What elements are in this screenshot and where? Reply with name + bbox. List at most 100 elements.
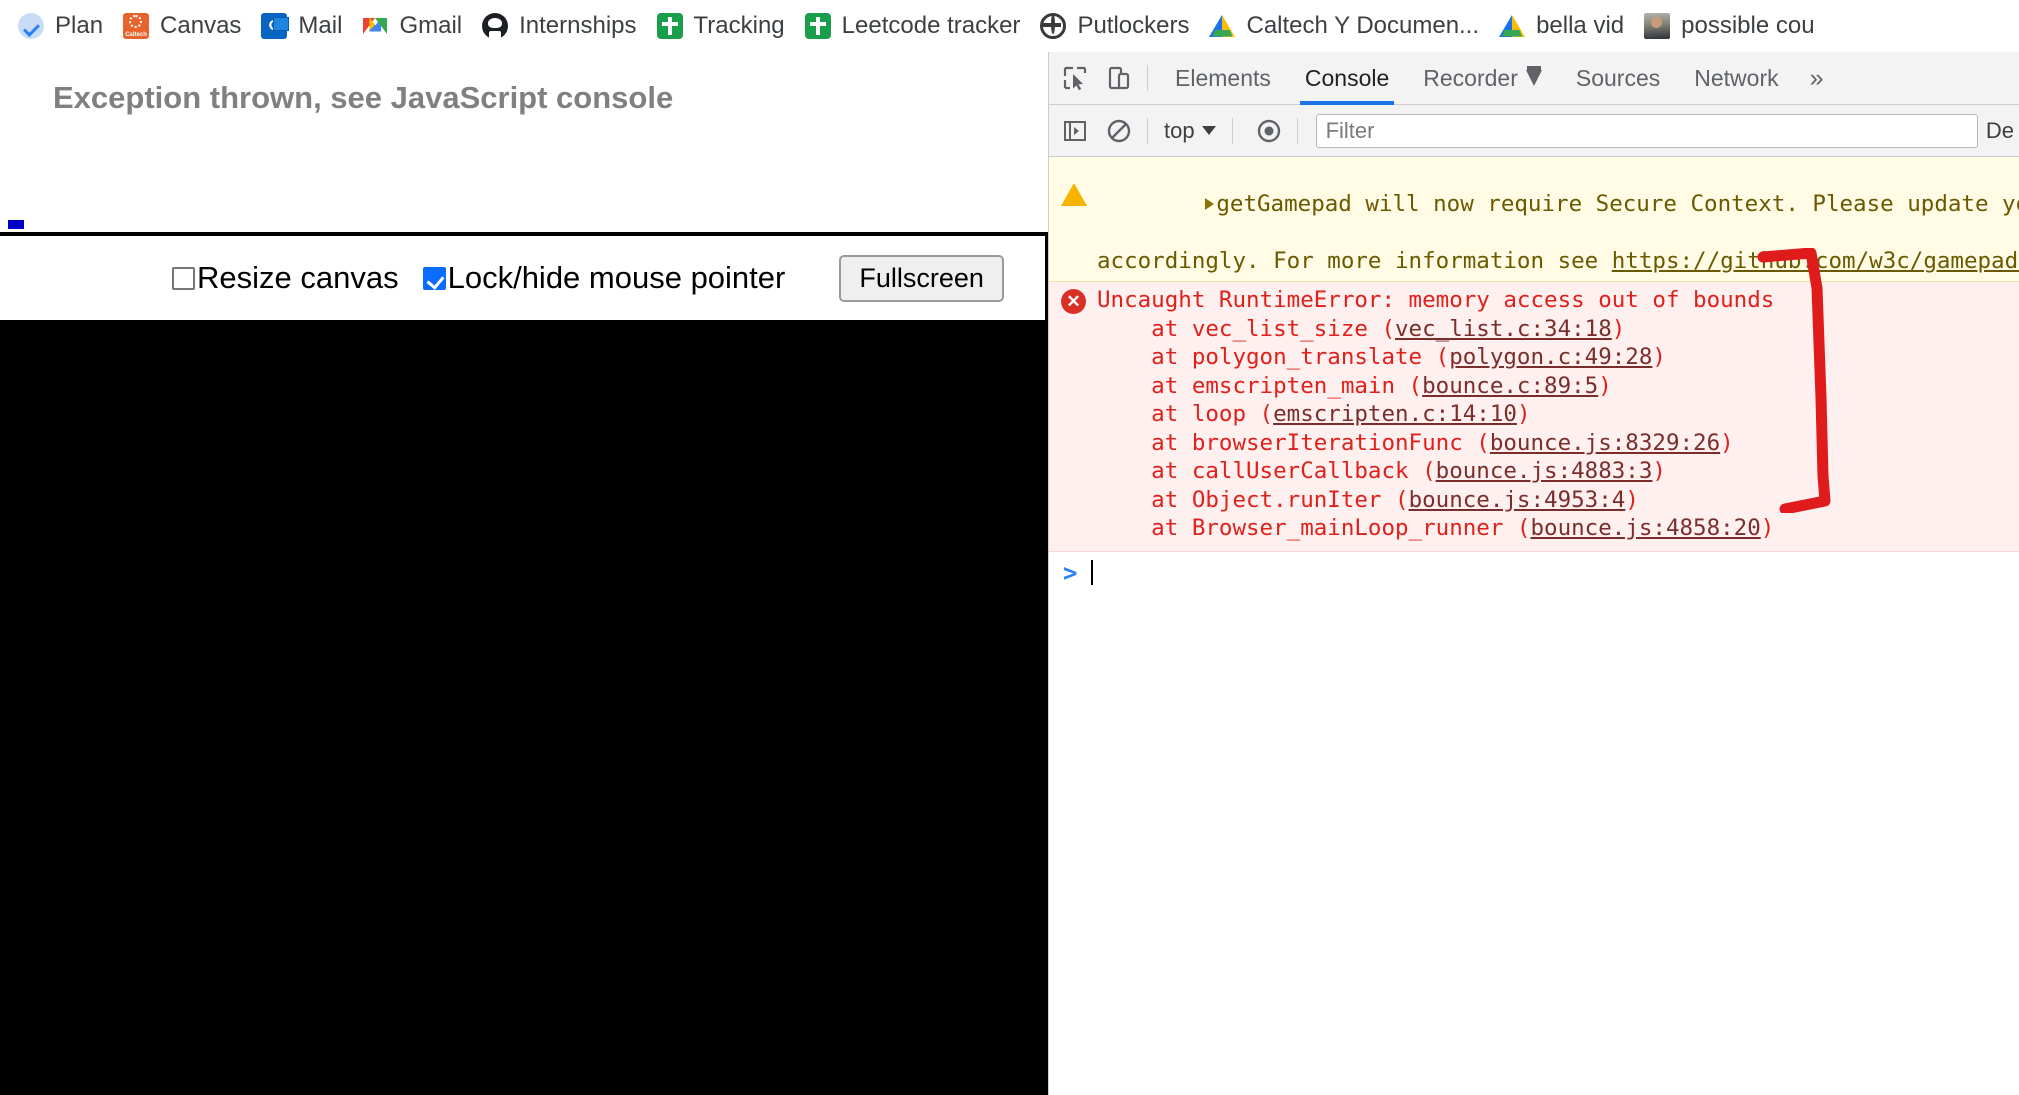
live-expression-icon[interactable] (1251, 113, 1287, 149)
error-circle-icon: ✕ (1061, 289, 1087, 315)
game-canvas[interactable] (0, 320, 1048, 1095)
bookmark-possible-cou[interactable]: possible cou (1634, 6, 1824, 46)
tab-label: Console (1305, 52, 1389, 105)
web-page-viewport: Exception thrown, see JavaScript console… (0, 52, 1048, 1095)
console-prompt[interactable]: > (1049, 552, 2019, 594)
bookmark-label: bella vid (1536, 12, 1624, 40)
green-cross-icon (657, 13, 683, 39)
bookmark-label: Mail (298, 12, 342, 40)
prompt-chevron-icon: > (1063, 559, 1077, 587)
photo-avatar-icon (1644, 13, 1670, 39)
text-caret (1091, 560, 1093, 585)
stack-frame-location[interactable]: bounce.js:4883:3 (1436, 458, 1653, 484)
bookmark-label: Internships (519, 12, 636, 40)
expand-arrow-icon[interactable] (1205, 198, 1214, 210)
bookmark-leetcode-tracker[interactable]: Leetcode tracker (795, 6, 1031, 46)
console-filter-toolbar: top De (1049, 105, 2019, 157)
stack-frame-fn: at emscripten_main ( (1097, 373, 1422, 399)
stack-frame-location[interactable]: bounce.js:4953:4 (1409, 487, 1626, 513)
console-error-message[interactable]: ✕ Uncaught RuntimeError: memory access o… (1049, 282, 2019, 552)
toolbar-divider (1232, 118, 1233, 144)
bookmark-label: Gmail (399, 12, 462, 40)
fullscreen-button[interactable]: Fullscreen (839, 255, 1004, 302)
execution-context-select[interactable]: top (1158, 118, 1222, 144)
stack-frame: at loop (emscripten.c:14:10) (1049, 400, 2019, 429)
bookmark-putlockers[interactable]: Putlockers (1030, 6, 1199, 46)
more-tabs-chevron-icon[interactable]: » (1796, 64, 1838, 93)
stack-frame-location[interactable]: polygon.c:49:28 (1449, 344, 1652, 370)
tab-elements[interactable]: Elements (1158, 52, 1288, 105)
error-header: Uncaught RuntimeError: memory access out… (1049, 286, 2019, 315)
green-cross-icon (805, 13, 831, 39)
tab-label: Sources (1576, 52, 1660, 105)
bookmark-internships[interactable]: Internships (472, 6, 646, 46)
inspect-element-icon[interactable] (1057, 60, 1093, 96)
stack-frame-fn: at Browser_mainLoop_runner ( (1097, 515, 1530, 541)
stack-frame-location[interactable]: bounce.js:8329:26 (1490, 430, 1720, 456)
stack-frame-location[interactable]: bounce.c:89:5 (1422, 373, 1598, 399)
stack-frame-close: ) (1652, 344, 1666, 370)
stack-frame-close: ) (1612, 316, 1626, 342)
stack-frame-close: ) (1720, 430, 1734, 456)
bookmark-label: Putlockers (1077, 12, 1189, 40)
stack-frame-location[interactable]: emscripten.c:14:10 (1273, 401, 1517, 427)
stack-frame: at emscripten_main (bounce.c:89:5) (1049, 372, 2019, 401)
stack-frame-fn: at Object.runIter ( (1097, 487, 1409, 513)
bookmark-plan[interactable]: Plan (8, 6, 113, 46)
stack-frame-close: ) (1652, 458, 1666, 484)
tab-sources[interactable]: Sources (1559, 52, 1677, 105)
stack-frame: at Browser_mainLoop_runner (bounce.js:48… (1049, 514, 2019, 543)
flask-icon (1526, 70, 1542, 86)
outlook-mail-icon: O (261, 13, 287, 39)
clear-console-icon[interactable] (1101, 113, 1137, 149)
resize-canvas-label: Resize canvas (197, 260, 399, 296)
bookmark-label: Leetcode tracker (842, 12, 1021, 40)
bookmark-tracking[interactable]: Tracking (647, 6, 795, 46)
tab-network[interactable]: Network (1677, 52, 1795, 105)
bookmarks-bar: Plan Caltech Canvas O Mail Gmail Interns… (0, 0, 2019, 52)
warning-text-line1: getGamepad will now require Secure Conte… (1216, 191, 2019, 217)
stack-frame: at polygon_translate (polygon.c:49:28) (1049, 343, 2019, 372)
tab-label: Network (1694, 52, 1778, 105)
page-title: Exception thrown, see JavaScript console (53, 80, 673, 116)
stack-frame: at vec_list_size (vec_list.c:34:18) (1049, 315, 2019, 344)
tab-recorder[interactable]: Recorder (1406, 52, 1559, 105)
tab-console[interactable]: Console (1288, 52, 1406, 105)
chevron-down-icon (1202, 126, 1216, 135)
stack-frame-close: ) (1761, 515, 1775, 541)
bookmark-label: Canvas (160, 12, 241, 40)
tab-label: Elements (1175, 52, 1271, 105)
stack-frame: at Object.runIter (bounce.js:4953:4) (1049, 486, 2019, 515)
show-console-sidebar-icon[interactable] (1057, 113, 1093, 149)
stack-frame-fn: at browserIterationFunc ( (1097, 430, 1490, 456)
stack-frame-fn: at polygon_translate ( (1097, 344, 1449, 370)
device-toolbar-icon[interactable] (1101, 60, 1137, 96)
bookmark-mail[interactable]: O Mail (251, 6, 352, 46)
toolbar-divider (1147, 118, 1148, 144)
stack-frame-fn: at vec_list_size ( (1097, 316, 1395, 342)
bookmark-caltech-y-documents[interactable]: Caltech Y Documen... (1199, 6, 1489, 46)
warning-triangle-icon (1061, 164, 1087, 190)
bookmark-label: possible cou (1681, 12, 1814, 40)
devtools-panel: Elements Console Recorder Sources Networ… (1048, 52, 2019, 1095)
resize-canvas-checkbox[interactable] (172, 267, 195, 290)
warning-doc-link[interactable]: https://github.com/w3c/gamepad/p (1612, 248, 2019, 274)
stack-frame-fn: at callUserCallback ( (1097, 458, 1436, 484)
google-drive-icon (1499, 13, 1525, 39)
bookmark-bella-vid[interactable]: bella vid (1489, 6, 1634, 46)
globe-icon (1040, 13, 1066, 39)
bookmark-canvas[interactable]: Caltech Canvas (113, 6, 251, 46)
console-message-list: getGamepad will now require Secure Conte… (1049, 157, 2019, 1095)
bookmark-gmail[interactable]: Gmail (352, 6, 472, 46)
bookmark-label: Plan (55, 12, 103, 40)
stack-frame: at callUserCallback (bounce.js:4883:3) (1049, 457, 2019, 486)
github-icon (482, 13, 508, 39)
execution-context-value: top (1164, 118, 1195, 144)
stack-frame-location[interactable]: vec_list.c:34:18 (1395, 316, 1612, 342)
pointer-lock-checkbox[interactable] (423, 267, 446, 290)
console-warning-message[interactable]: getGamepad will now require Secure Conte… (1049, 157, 2019, 282)
filter-input[interactable] (1316, 114, 1978, 148)
log-levels-select[interactable]: De (1986, 118, 2019, 144)
stack-frame-location[interactable]: bounce.js:4858:20 (1530, 515, 1760, 541)
toolbar-divider (1297, 118, 1298, 144)
